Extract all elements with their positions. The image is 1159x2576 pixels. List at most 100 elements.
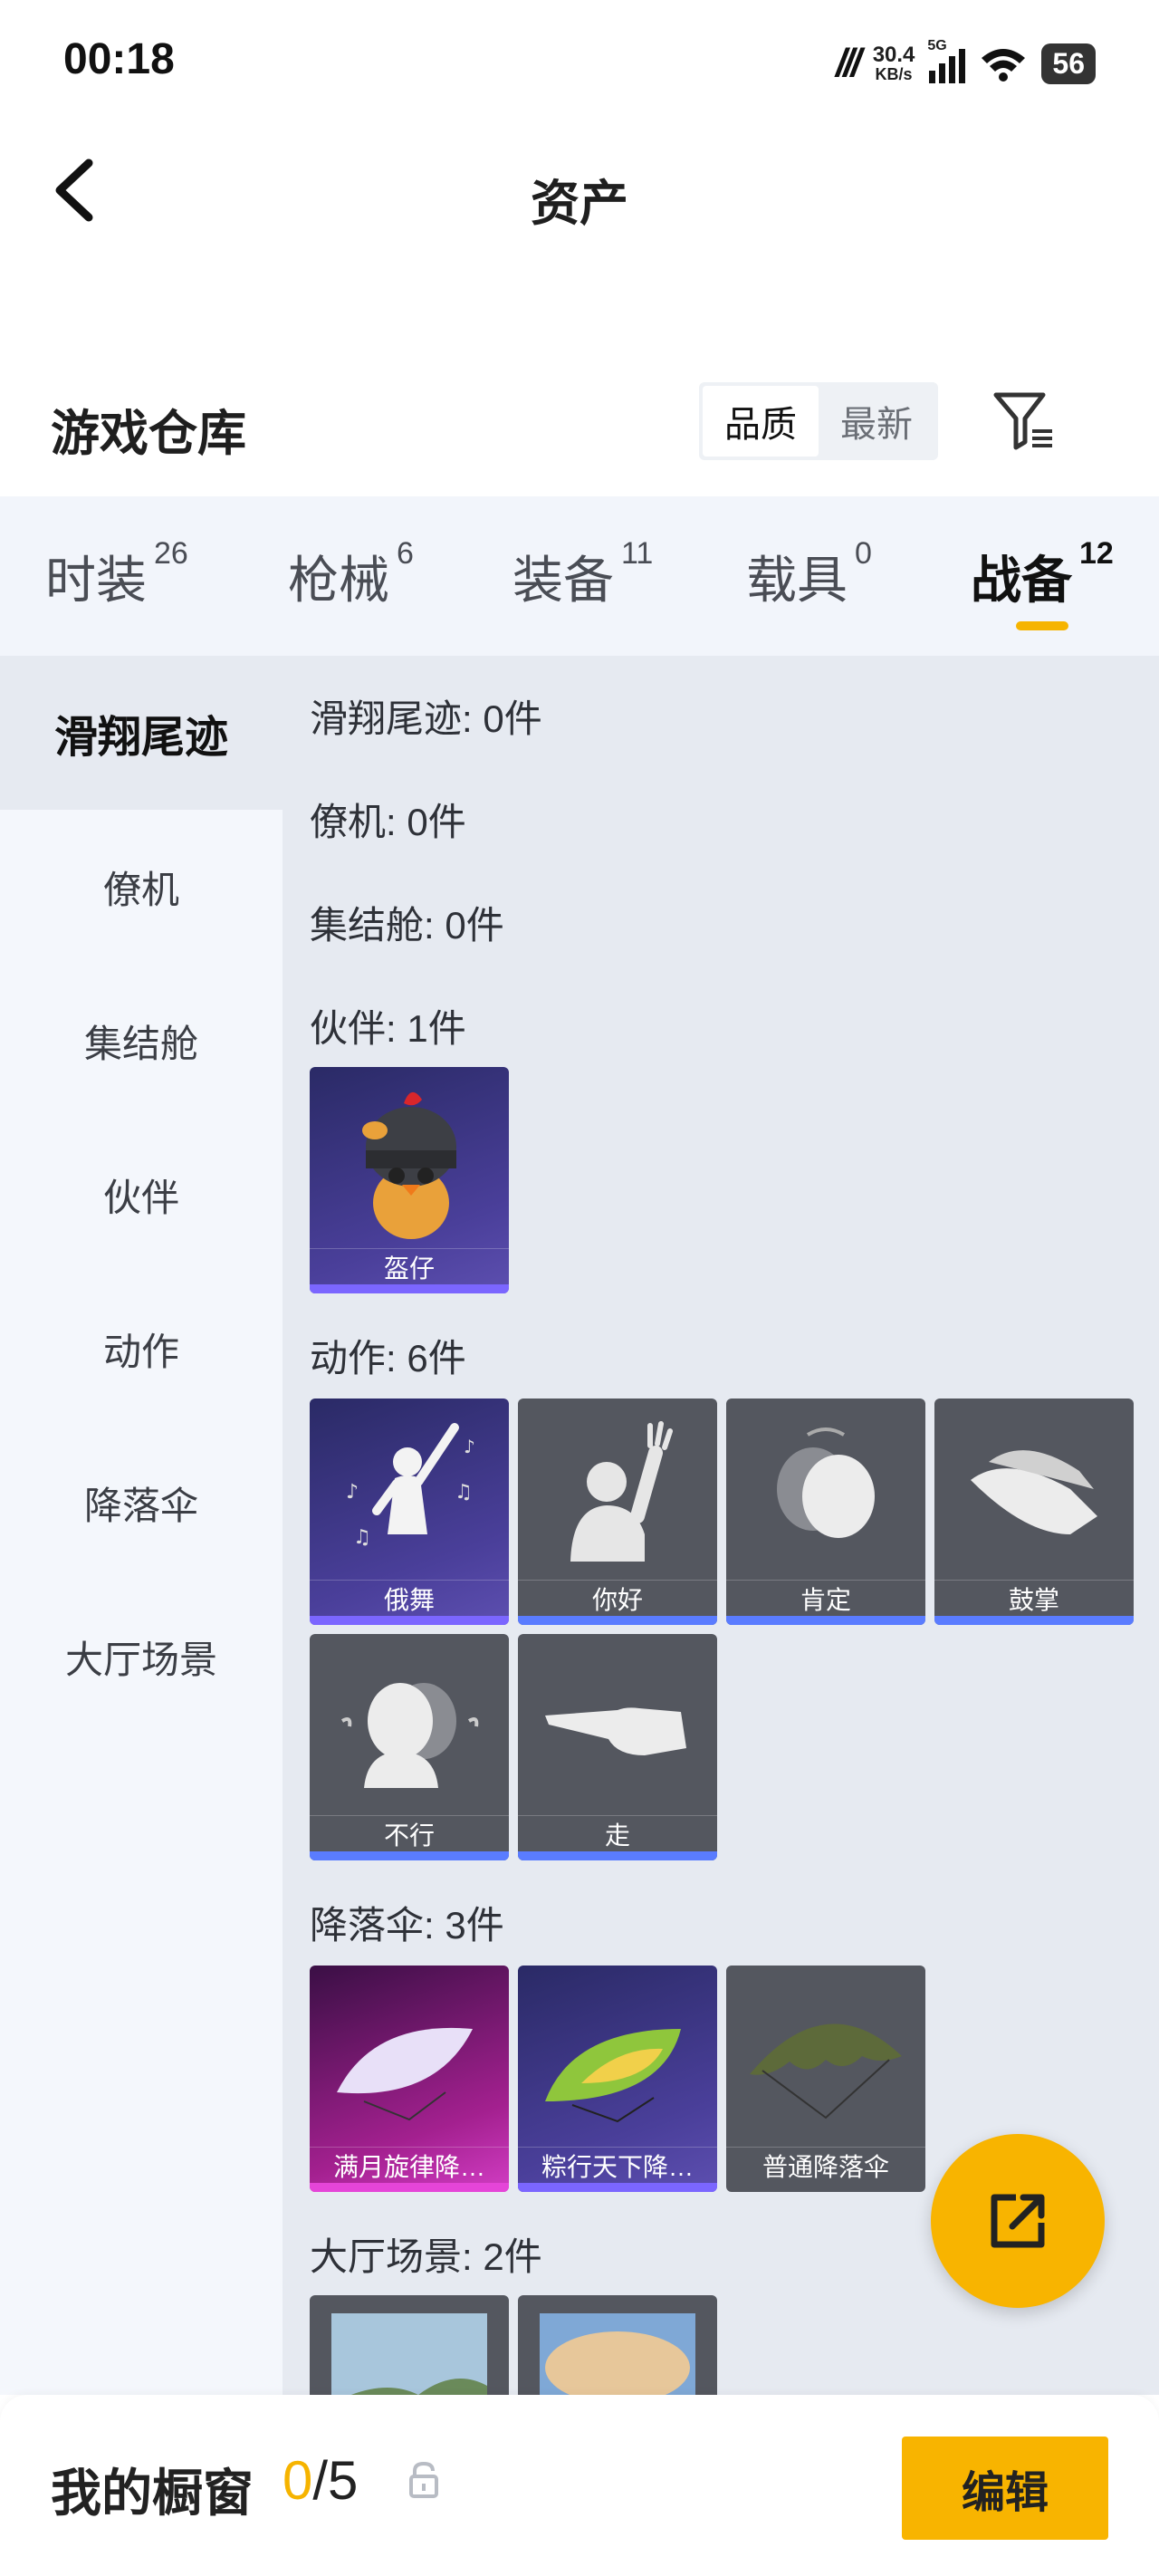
tab-count: 12 (1079, 536, 1114, 572)
item-card-emote[interactable]: 走 (518, 1634, 717, 1860)
svg-text:♫: ♫ (353, 1526, 371, 1549)
item-card-lobby-scene[interactable] (310, 2295, 509, 2395)
tab-label: 时装 (45, 552, 147, 609)
clock: 00:18 (63, 35, 175, 83)
item-card-lobby-scene[interactable] (518, 2295, 717, 2395)
item-name: 盔仔 (310, 1248, 509, 1284)
landscape-icon (540, 2313, 695, 2395)
item-card-emote[interactable]: 不行 (310, 1634, 509, 1860)
rarity-bar (518, 1851, 717, 1860)
sidebar-item-lobby-scene[interactable]: 大厅场景 (0, 1580, 283, 1734)
filter-icon (993, 392, 1052, 450)
tab-count: 11 (621, 536, 654, 572)
item-card-emote[interactable]: 你好 (518, 1399, 717, 1625)
tab-label: 装备 (512, 552, 614, 609)
item-card-companion[interactable]: 盔仔 (310, 1067, 509, 1293)
nod-icon (777, 1427, 875, 1538)
svg-text:♪: ♪ (464, 1436, 475, 1457)
active-tab-indicator (1016, 621, 1068, 630)
item-name: 肯定 (726, 1580, 925, 1616)
unlock-icon (409, 2461, 438, 2498)
tab-vehicles[interactable]: 载具 0 (746, 536, 872, 613)
rarity-bar (518, 1616, 717, 1625)
category-tabs: 时装 26 枪械 6 装备 11 载具 0 战备 12 (0, 496, 1159, 656)
sidebar-item-companion[interactable]: 伙伴 (0, 1118, 283, 1272)
rarity-bar (310, 2183, 509, 2192)
item-card-emote[interactable]: 鼓掌 (934, 1399, 1134, 1625)
tab-count: 6 (397, 536, 414, 572)
showcase-total: /5 (312, 2450, 359, 2511)
shake-head-icon (340, 1683, 479, 1788)
showcase-current: 0 (283, 2450, 313, 2511)
section-title: 伙伴: 1件 (310, 1007, 466, 1050)
rarity-bar (518, 2183, 717, 2192)
item-name: 不行 (310, 1815, 509, 1851)
wifi-icon (982, 49, 1026, 82)
dance-icon: ♪ ♫ ♪ ♫ (346, 1423, 475, 1549)
filter-button[interactable] (987, 384, 1059, 457)
item-name: 走 (518, 1815, 717, 1851)
svg-text:♫: ♫ (455, 1481, 473, 1504)
rarity-bar (934, 1616, 1134, 1625)
rarity-bar (310, 1616, 509, 1625)
share-external-icon (991, 2194, 1045, 2248)
rarity-bar (726, 1616, 925, 1625)
item-name: 普通降落伞 (726, 2147, 925, 2183)
item-name: 你好 (518, 1580, 717, 1616)
section-title: 动作: 6件 (310, 1337, 466, 1379)
showcase-bar: 我的橱窗 0/5 编辑 (0, 2395, 1159, 2576)
status-bar: 00:18 /// 30.4 KB/s 5G 56 (0, 0, 1159, 127)
parachute-icon (545, 2029, 681, 2123)
warehouse-title: 游戏仓库 (51, 407, 246, 461)
speed-unit: KB/s (875, 65, 913, 83)
item-name: 俄舞 (310, 1580, 509, 1616)
point-hand-icon (545, 1707, 686, 1755)
svg-text:♪: ♪ (346, 1481, 359, 1504)
tab-guns[interactable]: 枪械 6 (288, 536, 414, 613)
cellular-signal-icon: 5G (927, 38, 966, 83)
carrier-logo-icon: /// (836, 41, 862, 85)
item-card-parachute[interactable]: 普通降落伞 (726, 1966, 925, 2192)
tab-label: 战备 (971, 552, 1072, 609)
tab-fashion[interactable]: 时装 26 (45, 536, 188, 613)
item-name: 鼓掌 (934, 1580, 1134, 1616)
rarity-bar (310, 1851, 509, 1860)
page-title: 资产 (531, 177, 628, 231)
battery-indicator: 56 (1041, 43, 1096, 84)
tab-count: 26 (154, 536, 188, 572)
sort-newest-button[interactable]: 最新 (819, 386, 934, 457)
share-fab-button[interactable] (931, 2134, 1105, 2308)
showcase-title: 我的橱窗 (51, 2465, 254, 2522)
item-card-parachute[interactable]: 粽行天下降… (518, 1966, 717, 2192)
showcase-count: 0/5 (283, 2449, 358, 2512)
top-app-bar: 资产 (0, 127, 1159, 263)
speed-value: 30.4 (872, 43, 915, 67)
network-type: 5G (927, 38, 947, 53)
landscape-icon (331, 2313, 487, 2395)
sort-quality-button[interactable]: 品质 (703, 386, 819, 457)
tab-combat-gear[interactable]: 战备 12 (971, 536, 1114, 630)
section-title: 降落伞: 3件 (310, 1904, 504, 1946)
network-speed: 30.4 KB/s (872, 43, 915, 83)
helmet-chick-icon (362, 1091, 456, 1239)
sort-toggle: 品质 最新 (699, 382, 938, 460)
sidebar-item-glide-trail[interactable]: 滑翔尾迹 (0, 656, 283, 810)
section-title: 僚机: 0件 (310, 801, 466, 843)
sidebar-item-wingman[interactable]: 僚机 (0, 810, 283, 964)
sidebar-item-emote[interactable]: 动作 (0, 1272, 283, 1426)
warehouse-header: 游戏仓库 品质 最新 (0, 371, 1159, 480)
item-card-emote[interactable]: ♪ ♫ ♪ ♫ 俄舞 (310, 1399, 509, 1625)
parachute-icon (337, 2027, 473, 2121)
tab-equipment[interactable]: 装备 11 (512, 536, 653, 613)
item-card-emote[interactable]: 肯定 (726, 1399, 925, 1625)
parachute-icon (750, 2023, 902, 2119)
sidebar-item-assembly-pod[interactable]: 集结舱 (0, 964, 283, 1118)
section-title: 滑翔尾迹: 0件 (310, 697, 542, 740)
tab-label: 枪械 (288, 552, 389, 609)
rarity-bar (310, 1284, 509, 1293)
sidebar-item-parachute[interactable]: 降落伞 (0, 1426, 283, 1580)
edit-showcase-button[interactable]: 编辑 (902, 2437, 1108, 2540)
wave-hand-icon (570, 1421, 673, 1562)
item-card-parachute[interactable]: 满月旋律降… (310, 1966, 509, 2192)
item-name: 满月旋律降… (310, 2147, 509, 2183)
